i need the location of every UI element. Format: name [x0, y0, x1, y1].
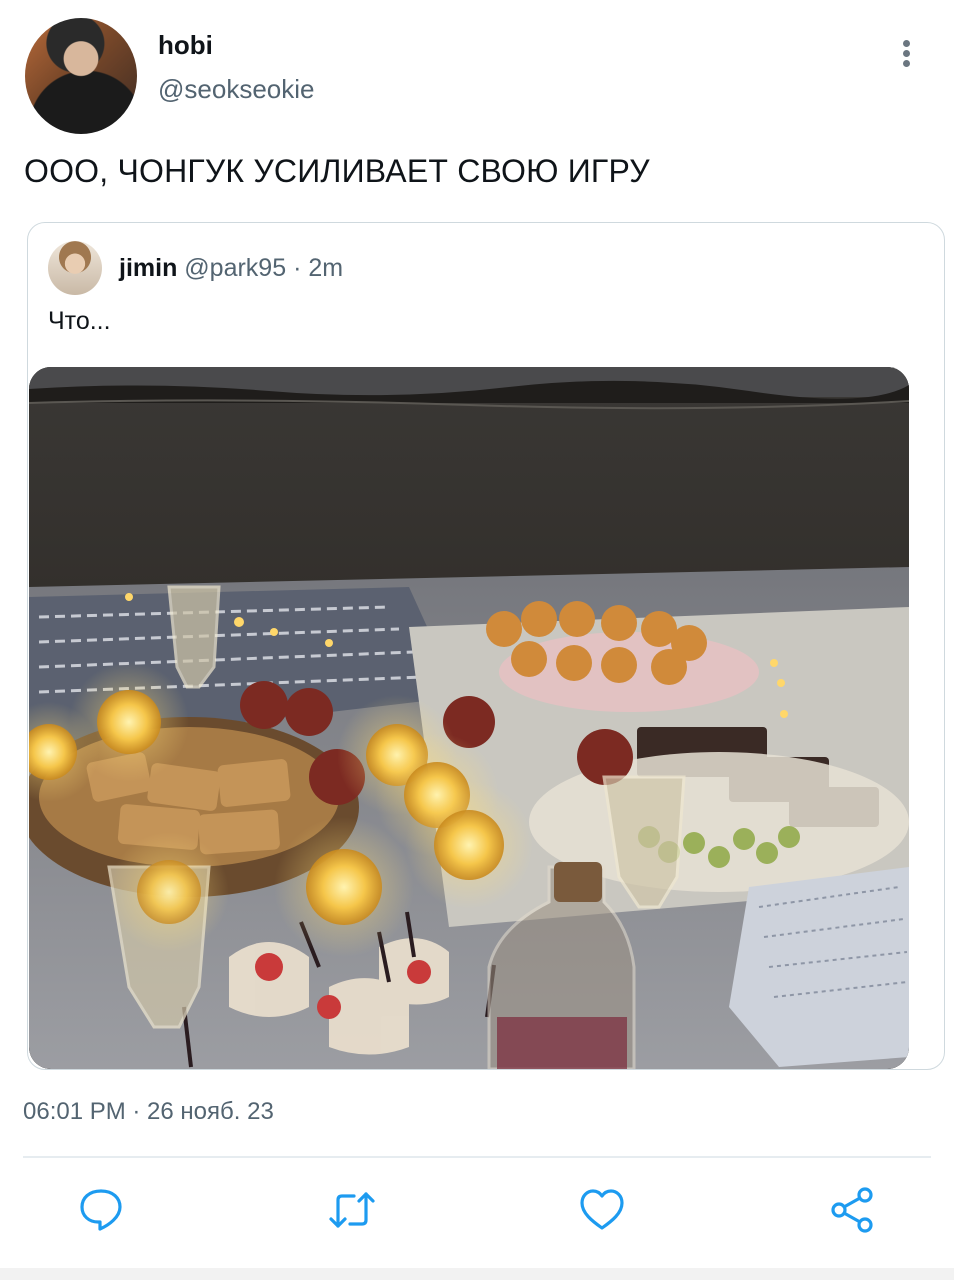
more-vertical-icon — [893, 40, 919, 67]
retweet-icon — [329, 1192, 375, 1228]
bottom-edge — [0, 1268, 954, 1280]
beach-picnic-photo — [29, 367, 909, 1069]
quoted-text: Что... — [48, 307, 111, 335]
author-display-name[interactable]: hobi — [158, 30, 213, 61]
like-button[interactable] — [578, 1186, 626, 1234]
share-button[interactable] — [829, 1186, 877, 1234]
more-options-button[interactable] — [893, 38, 919, 74]
heart-icon — [580, 1189, 624, 1230]
share-icon — [831, 1187, 873, 1233]
tweet-timestamp[interactable]: 06:01 PM · 26 нояб. 23 — [23, 1098, 274, 1126]
quoted-header: jimin @park95 · 2m — [119, 254, 343, 283]
quoted-media-image[interactable] — [29, 367, 909, 1069]
quoted-display-name[interactable]: jimin — [119, 254, 177, 282]
retweet-button[interactable] — [328, 1186, 376, 1234]
reply-icon — [80, 1189, 122, 1231]
author-handle[interactable]: @seokseokie — [158, 74, 314, 105]
tweet-text: ООО, ЧОНГУК УСИЛИВАЕТ СВОЮ ИГРУ — [24, 153, 650, 189]
quoted-separator: · — [293, 254, 302, 282]
quoted-tweet[interactable]: jimin @park95 · 2m Что... — [27, 222, 945, 1070]
author-avatar[interactable] — [25, 18, 137, 134]
reply-button[interactable] — [77, 1186, 125, 1234]
actions-divider — [23, 1156, 931, 1158]
quoted-time[interactable]: 2m — [308, 254, 343, 282]
quoted-avatar[interactable] — [48, 241, 102, 295]
quoted-handle[interactable]: @park95 — [184, 254, 286, 282]
